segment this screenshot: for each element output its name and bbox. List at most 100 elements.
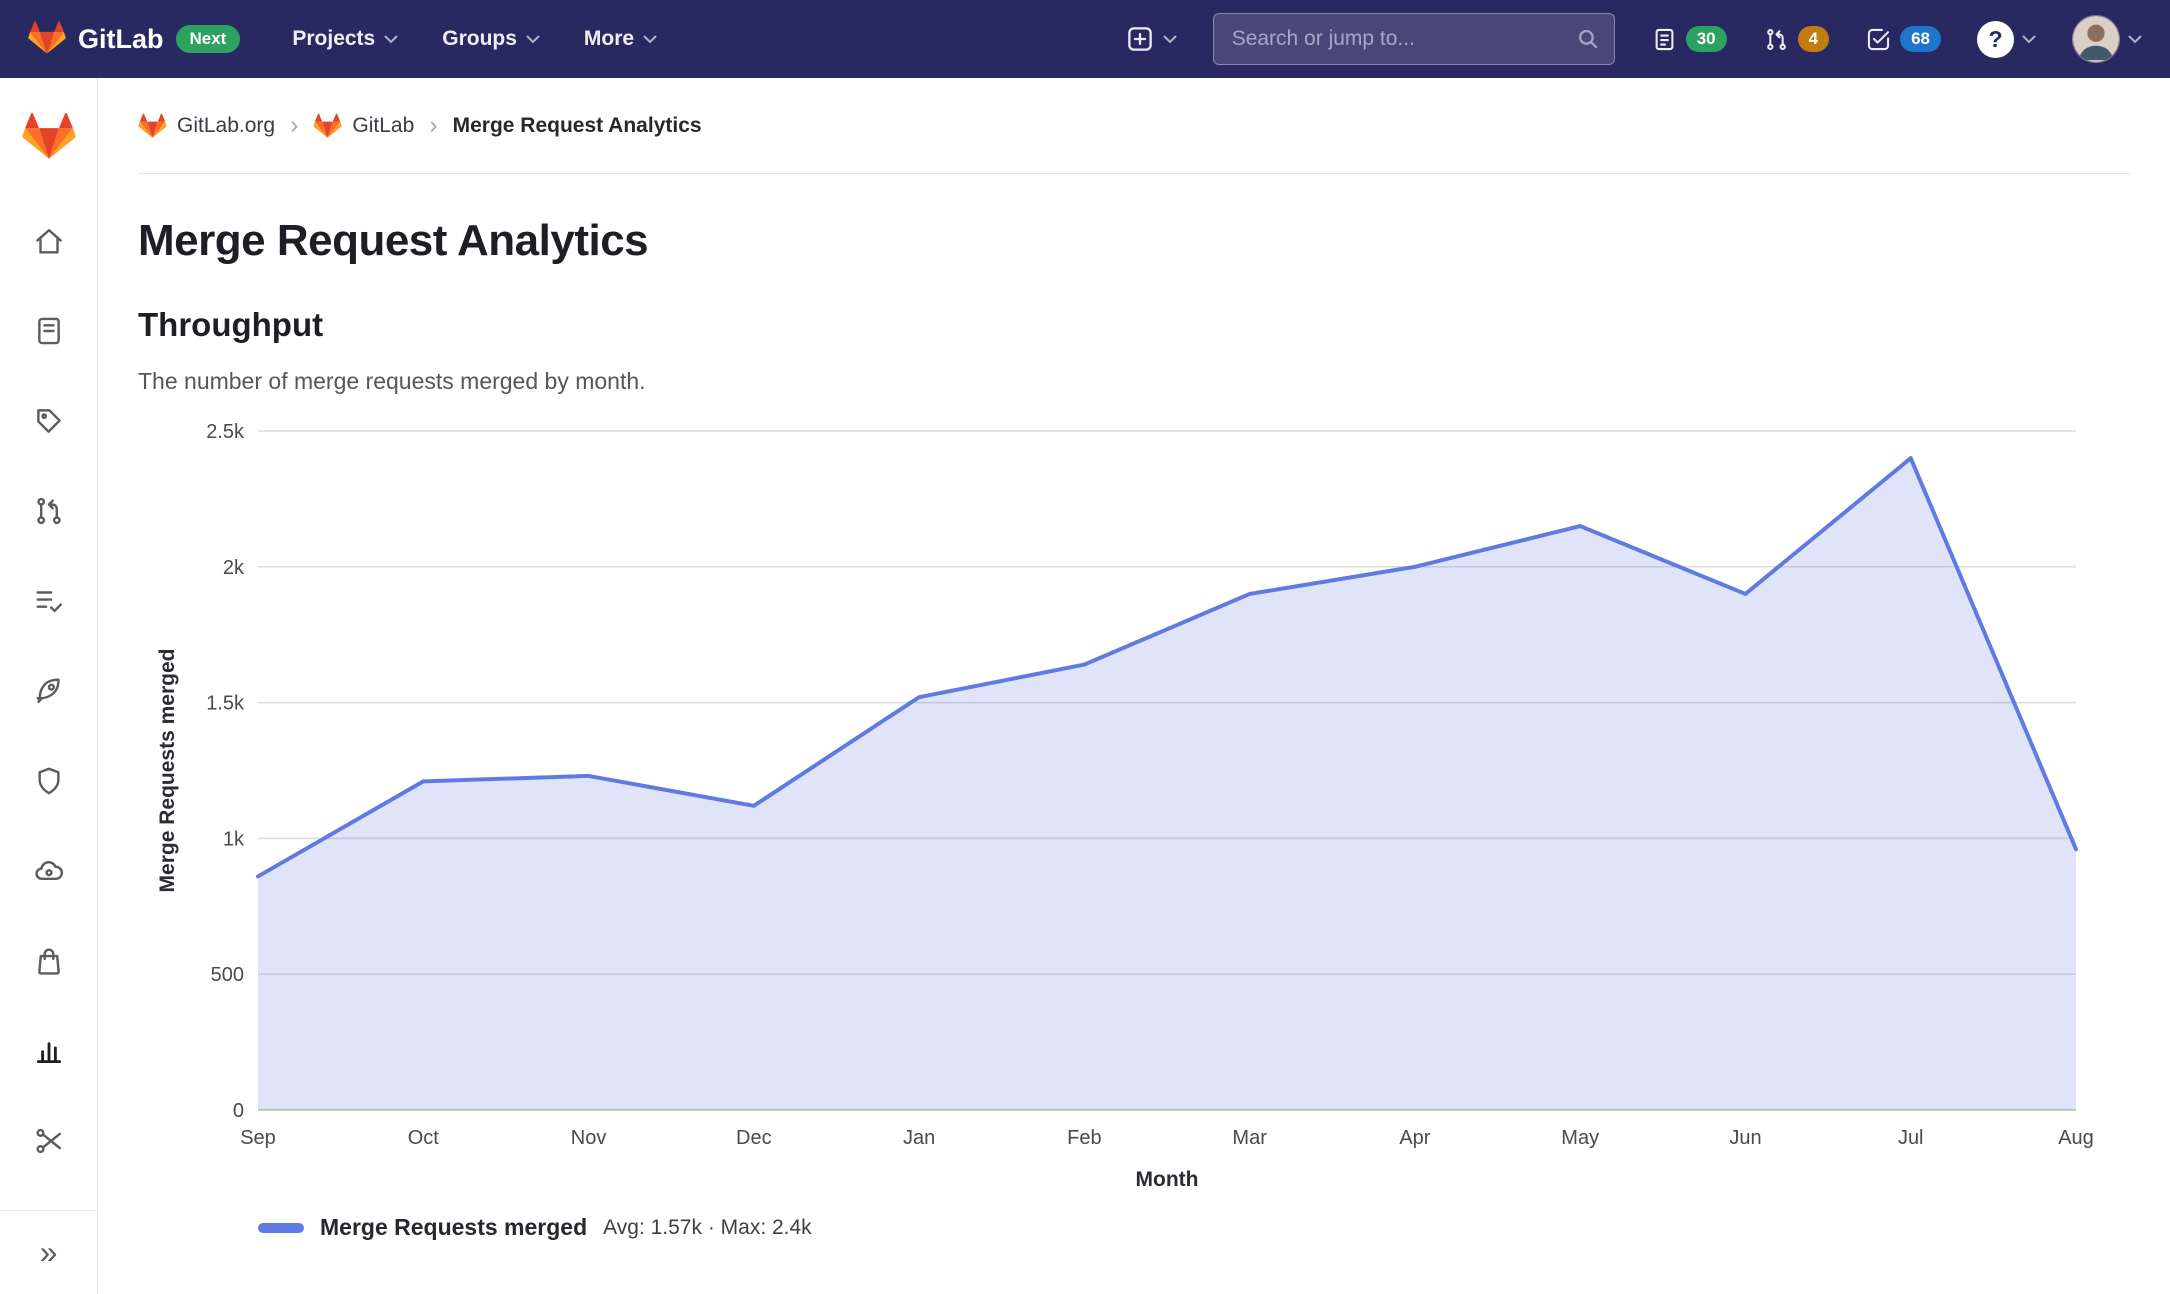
sidebar-item-overview[interactable] (21, 212, 77, 269)
home-icon (35, 228, 62, 254)
issues-count-badge: 30 (1685, 26, 1727, 52)
mr-count-badge: 4 (1797, 26, 1830, 52)
breadcrumb-current-page: Merge Request Analytics (452, 113, 702, 137)
nav-projects[interactable]: Projects (292, 27, 398, 51)
todos-icon (1868, 28, 1890, 50)
todos-count-badge: 68 (1900, 26, 1941, 52)
gitlab-logo-icon (28, 19, 66, 60)
chevron-down-icon (2128, 35, 2142, 43)
svg-text:2.5k: 2.5k (206, 421, 245, 443)
breadcrumb-project-label: GitLab (352, 113, 415, 137)
chart-legend: Merge Requests merged Avg: 1.57k · Max: … (258, 1214, 2130, 1241)
svg-text:Dec: Dec (736, 1127, 772, 1149)
repository-icon (37, 317, 60, 344)
search-icon (1578, 30, 1597, 49)
breadcrumb-separator: › (290, 111, 299, 139)
page-title: Merge Request Analytics (138, 216, 649, 265)
sidebar-item-security[interactable] (21, 752, 77, 809)
sidebar-footer: » (0, 1210, 97, 1294)
scissors-icon (35, 1128, 61, 1153)
svg-text:0: 0 (233, 1100, 244, 1122)
breadcrumb: GitLab.org › GitLab › Merge Request Anal… (138, 78, 2130, 174)
legend-stats: Avg: 1.57k · Max: 2.4k (603, 1215, 812, 1239)
plus-square-icon (1127, 27, 1152, 51)
project-sidebar: » (0, 78, 98, 1294)
svg-text:1.5k: 1.5k (206, 693, 245, 715)
legend-series-label: Merge Requests merged (320, 1214, 588, 1240)
user-menu[interactable] (2072, 15, 2142, 63)
merge-request-icon (36, 497, 61, 524)
gitlab-home-link[interactable]: GitLab Next (28, 19, 241, 60)
svg-text:2k: 2k (223, 557, 245, 579)
gitlab-logo-icon (313, 113, 342, 138)
brand-name: GitLab (78, 23, 164, 54)
bar-chart-icon (36, 1041, 61, 1063)
top-navbar: GitLab Next Projects Groups More 30 (0, 0, 2170, 78)
svg-text:1k: 1k (223, 828, 245, 850)
nav-more[interactable]: More (584, 27, 657, 51)
svg-text:Apr: Apr (1399, 1127, 1430, 1149)
throughput-chart-container: 0 500 1k 1.5k 2k 2.5k Sep Oct Nov Dec Jan Feb Mar Apr… (138, 409, 2130, 1214)
nav-more-label: More (583, 27, 635, 50)
issues-counter[interactable]: 30 (1651, 26, 1727, 53)
chevron-down-icon (526, 35, 540, 43)
sidebar-item-issues[interactable] (21, 392, 77, 449)
svg-text:Nov: Nov (571, 1127, 607, 1149)
breadcrumb-separator: › (429, 111, 438, 139)
page-layout: » GitLab.org › GitLab › Merge Request An… (0, 78, 2170, 1294)
svg-text:Merge Requests merged: Merge Requests merged (156, 649, 179, 893)
help-icon: ? (1977, 20, 2014, 58)
project-avatar-gitlab-logo[interactable] (21, 110, 76, 166)
nav-projects-label: Projects (292, 27, 376, 50)
svg-text:Month: Month (1136, 1168, 1199, 1191)
user-avatar (2072, 15, 2120, 63)
help-menu[interactable]: ? (1977, 20, 2036, 58)
primary-nav: Projects Groups More (292, 27, 657, 51)
rocket-icon (36, 677, 60, 703)
sidebar-item-cicd[interactable] (21, 662, 77, 719)
nav-groups[interactable]: Groups (442, 27, 540, 51)
sidebar-item-merge-requests[interactable] (21, 482, 77, 539)
gitlab-logo-icon (138, 113, 167, 138)
svg-text:Sep: Sep (240, 1127, 276, 1149)
svg-text:500: 500 (211, 964, 244, 986)
nav-groups-label: Groups (442, 27, 517, 50)
bag-icon (37, 947, 60, 975)
sidebar-item-requirements[interactable] (21, 572, 77, 629)
svg-text:Feb: Feb (1067, 1127, 1101, 1149)
search-input[interactable] (1212, 13, 1615, 65)
svg-text:Jun: Jun (1729, 1127, 1761, 1149)
throughput-area-chart: 0 500 1k 1.5k 2k 2.5k Sep Oct Nov Dec Jan Feb Mar Apr… (156, 421, 2094, 1191)
sidebar-item-packages[interactable] (21, 932, 77, 989)
svg-text:Aug: Aug (2058, 1127, 2094, 1149)
sidebar-nav (21, 212, 77, 1169)
todos-counter[interactable]: 68 (1865, 26, 1941, 53)
merge-requests-counter[interactable]: 4 (1763, 26, 1830, 53)
svg-text:Mar: Mar (1232, 1127, 1267, 1149)
legend-swatch (258, 1222, 304, 1233)
sidebar-item-snippets[interactable] (21, 1112, 77, 1169)
sidebar-item-repository[interactable] (21, 302, 77, 359)
svg-text:Jan: Jan (903, 1127, 935, 1149)
merge-request-icon (1766, 28, 1786, 50)
chevron-down-icon (1163, 35, 1177, 43)
navbar-right-cluster: 30 4 68 ? (1125, 13, 2142, 65)
sidebar-item-analytics[interactable] (21, 1022, 77, 1079)
cloud-gear-icon (34, 860, 63, 880)
next-badge: Next (175, 25, 241, 53)
chevron-down-icon (2022, 35, 2036, 43)
new-item-menu-button[interactable] (1125, 24, 1177, 54)
list-check-icon (35, 590, 62, 612)
svg-text:Jul: Jul (1898, 1127, 1924, 1149)
sidebar-expand-toggle[interactable]: » (40, 1234, 58, 1271)
sidebar-item-operations[interactable] (21, 842, 77, 899)
chevron-down-icon (384, 35, 398, 43)
svg-text:May: May (1561, 1127, 1599, 1149)
chevron-down-icon (643, 35, 657, 43)
global-search (1212, 13, 1615, 65)
issues-label-icon (36, 408, 61, 433)
breadcrumb-project[interactable]: GitLab (313, 112, 414, 139)
breadcrumb-group[interactable]: GitLab.org (138, 112, 275, 139)
main-content: GitLab.org › GitLab › Merge Request Anal… (98, 78, 2170, 1294)
breadcrumb-group-label: GitLab.org (177, 113, 276, 137)
